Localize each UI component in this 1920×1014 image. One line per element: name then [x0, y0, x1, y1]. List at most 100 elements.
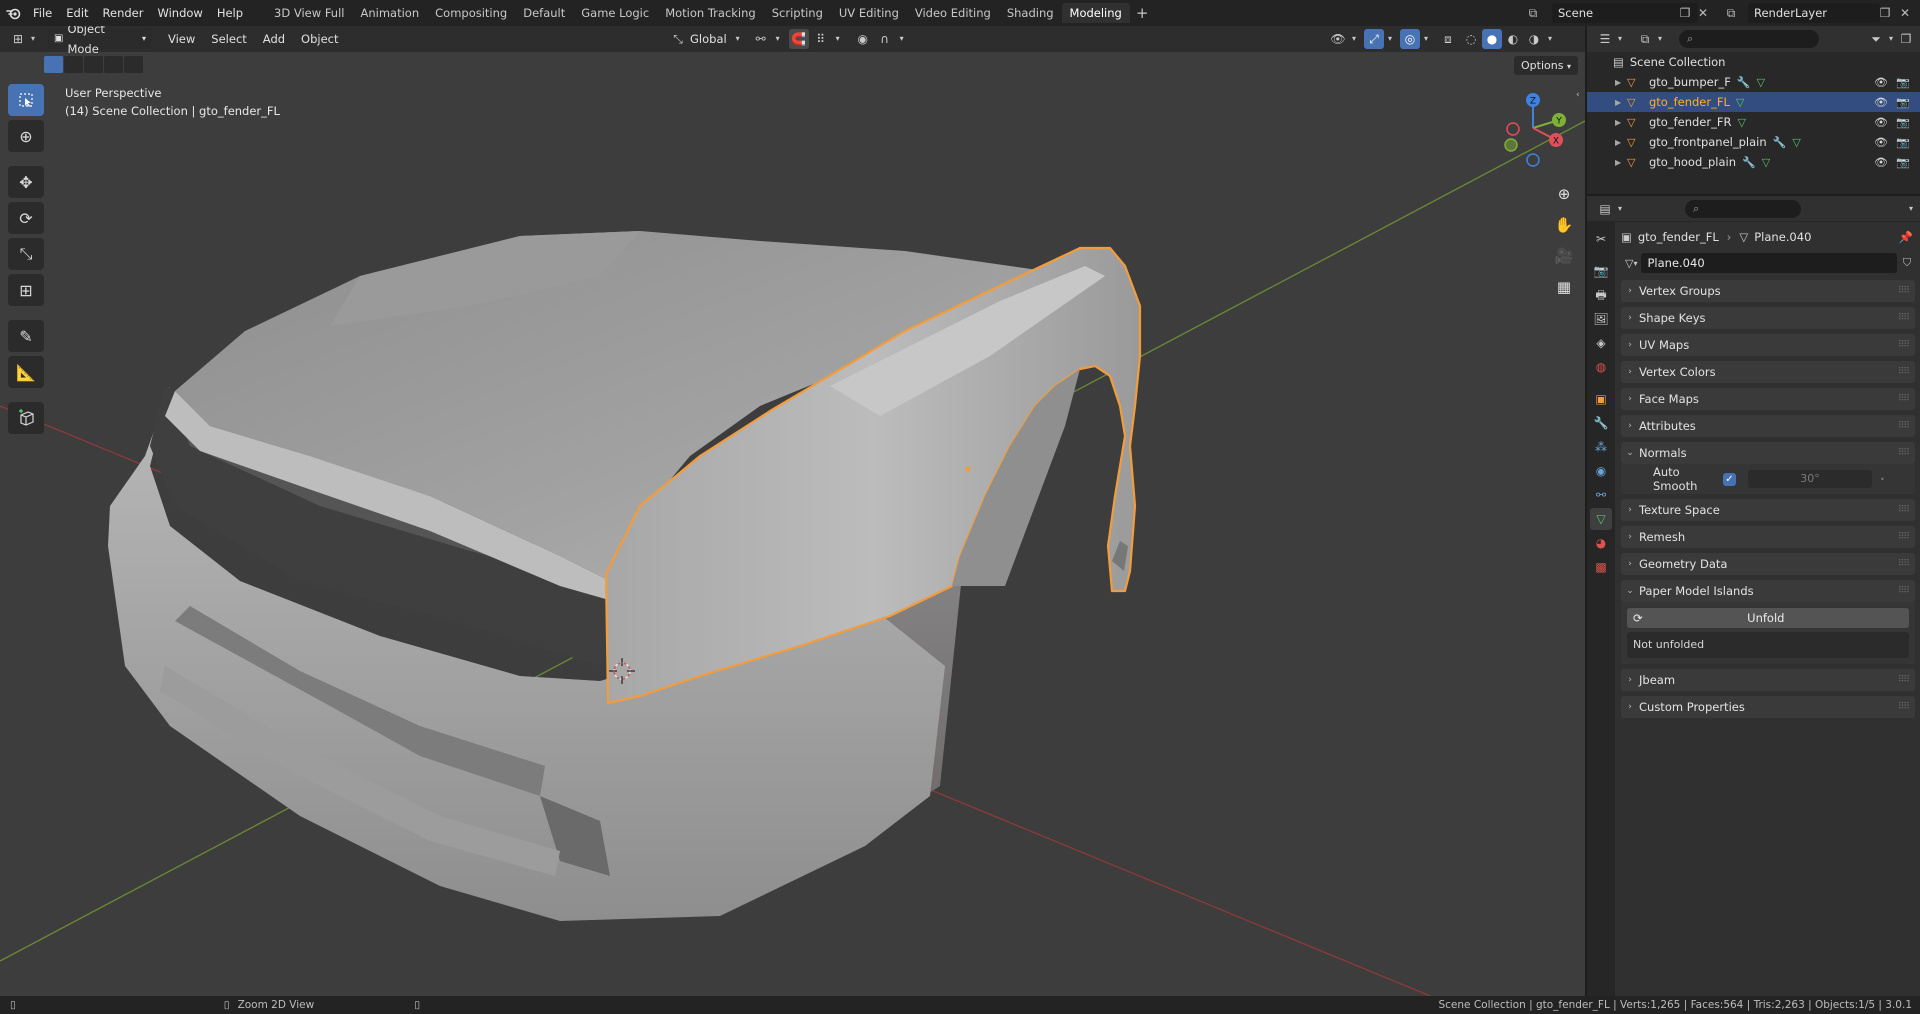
- drag-grip-icon[interactable]: ⠿⠿: [1898, 559, 1910, 569]
- pivot-point-icon[interactable]: ⚯: [751, 29, 771, 49]
- panel-vertex-colors[interactable]: › Vertex Colors ⠿⠿: [1621, 361, 1915, 383]
- chevron-down-icon[interactable]: ▾: [28, 29, 38, 49]
- blender-logo-icon[interactable]: [0, 0, 26, 26]
- tab-modeling[interactable]: Modeling: [1061, 3, 1130, 23]
- particle-properties-icon[interactable]: ⁂: [1590, 436, 1612, 458]
- outliner-item-gto-fender-fr[interactable]: ▶ ▽ gto_fender_FR ▽ 👁 📷: [1587, 112, 1920, 132]
- chevron-down-icon[interactable]: ▾: [773, 29, 783, 49]
- tab-uv-editing[interactable]: UV Editing: [831, 3, 907, 23]
- pin-icon[interactable]: 📌: [1899, 230, 1913, 244]
- view-layer-properties-icon[interactable]: 🖼: [1590, 308, 1612, 330]
- delete-view-layer-icon[interactable]: ✕: [1896, 4, 1914, 22]
- measure-tool[interactable]: 📐: [8, 356, 44, 388]
- panel-custom-properties[interactable]: › Custom Properties ⠿⠿: [1621, 696, 1915, 718]
- drag-grip-icon[interactable]: ⠿⠿: [1898, 586, 1910, 596]
- menu-select[interactable]: Select: [203, 32, 254, 46]
- mesh-data-icon[interactable]: ▽: [1736, 96, 1744, 109]
- texture-properties-icon[interactable]: ▩: [1590, 556, 1612, 578]
- mesh-data-icon[interactable]: ▽: [1737, 116, 1745, 129]
- tab-scripting[interactable]: Scripting: [764, 3, 831, 23]
- keyframe-dot-icon[interactable]: •: [1880, 475, 1885, 484]
- view-layer-selector[interactable]: RenderLayer: [1748, 3, 1880, 23]
- orientation-selector[interactable]: Global: [690, 32, 727, 46]
- tab-video-editing[interactable]: Video Editing: [907, 3, 999, 23]
- auto-smooth-checkbox[interactable]: ✓: [1723, 472, 1736, 486]
- rendered-shading-icon[interactable]: ◑: [1524, 29, 1544, 49]
- visibility-icon[interactable]: 👁: [1328, 29, 1348, 49]
- panel-paper-model-islands[interactable]: ⌄ Paper Model Islands ⠿⠿: [1621, 580, 1915, 602]
- delete-scene-icon[interactable]: ✕: [1694, 4, 1712, 22]
- panel-remesh[interactable]: › Remesh ⠿⠿: [1621, 526, 1915, 548]
- view-layer-browse-icon[interactable]: ⧉: [1722, 4, 1740, 22]
- snap-target-icon[interactable]: ⠿: [811, 29, 831, 49]
- material-shading-icon[interactable]: ◐: [1503, 29, 1523, 49]
- panel-vertex-groups[interactable]: › Vertex Groups ⠿⠿: [1621, 280, 1915, 302]
- overlay-toggle-icon[interactable]: ◎: [1400, 29, 1420, 49]
- menu-object[interactable]: Object: [293, 32, 346, 46]
- chevron-down-icon[interactable]: ▾: [1545, 29, 1555, 49]
- drag-grip-icon[interactable]: ⠿⠿: [1898, 340, 1910, 350]
- modifier-wrench-icon[interactable]: 🔧: [1773, 136, 1787, 149]
- panel-attributes[interactable]: › Attributes ⠿⠿: [1621, 415, 1915, 437]
- mesh-data-icon[interactable]: ▽: [1792, 136, 1800, 149]
- rotate-tool[interactable]: ⟳: [8, 202, 44, 234]
- drag-grip-icon[interactable]: ⠿⠿: [1898, 505, 1910, 515]
- editor-type-icon[interactable]: ⊞: [8, 29, 28, 49]
- select-invert-mode[interactable]: [104, 56, 123, 73]
- select-extend-mode[interactable]: [64, 56, 83, 73]
- mesh-name-field[interactable]: Plane.040: [1641, 253, 1897, 273]
- output-properties-icon[interactable]: 🖶: [1590, 284, 1612, 306]
- options-dropdown[interactable]: Options ▾: [1514, 56, 1578, 75]
- outliner-search-input[interactable]: ⌕: [1679, 30, 1819, 48]
- annotate-tool[interactable]: ✎: [8, 320, 44, 352]
- xray-toggle-icon[interactable]: ⧈: [1438, 29, 1458, 49]
- render-properties-icon[interactable]: 📷: [1590, 260, 1612, 282]
- chevron-down-icon[interactable]: ▾: [1615, 199, 1625, 219]
- outliner-item-gto-hood-plain[interactable]: ▶ ▽ gto_hood_plain 🔧 ▽ 👁 📷: [1587, 152, 1920, 172]
- scale-tool[interactable]: ⤡: [8, 238, 44, 270]
- navigation-gizmo[interactable]: Z Y X: [1493, 88, 1573, 168]
- drag-grip-icon[interactable]: ⠿⠿: [1898, 367, 1910, 377]
- render-camera-icon[interactable]: 📷: [1896, 96, 1910, 109]
- expand-icon[interactable]: ▶: [1615, 158, 1627, 167]
- tab-animation[interactable]: Animation: [352, 3, 427, 23]
- drag-grip-icon[interactable]: ⠿⠿: [1898, 675, 1910, 685]
- unfold-button[interactable]: ⟳ Unfold: [1627, 608, 1909, 628]
- outliner-item-gto-fender-fl[interactable]: ▶ ▽ gto_fender_FL ▽ 👁 📷: [1587, 92, 1920, 112]
- new-collection-icon[interactable]: ❐: [1896, 29, 1916, 49]
- visibility-eye-icon[interactable]: 👁: [1874, 116, 1888, 129]
- menu-view[interactable]: View: [160, 32, 203, 46]
- auto-smooth-angle-field[interactable]: 30°: [1748, 470, 1872, 488]
- menu-help[interactable]: Help: [210, 3, 250, 23]
- drag-grip-icon[interactable]: ⠿⠿: [1898, 313, 1910, 323]
- outliner-scene-collection[interactable]: ▤ Scene Collection: [1587, 52, 1920, 72]
- tool-settings-icon[interactable]: ✂: [1590, 228, 1612, 250]
- tab-default[interactable]: Default: [515, 3, 573, 23]
- 3d-viewport[interactable]: ⊞ ▾ ▣ Object Mode ▾ View Select Add Obje…: [0, 26, 1585, 996]
- pan-hand-icon[interactable]: ✋: [1550, 211, 1578, 239]
- drag-grip-icon[interactable]: ⠿⠿: [1898, 421, 1910, 431]
- chevron-down-icon[interactable]: ▾: [733, 29, 743, 49]
- mesh-data-icon[interactable]: ▽: [1762, 156, 1770, 169]
- chevron-down-icon[interactable]: ▾: [1906, 199, 1916, 219]
- properties-search-input[interactable]: ⌕: [1685, 199, 1801, 218]
- perspective-toggle-icon[interactable]: ▦: [1550, 273, 1578, 301]
- outliner-item-gto-frontpanel-plain[interactable]: ▶ ▽ gto_frontpanel_plain 🔧 ▽ 👁 📷: [1587, 132, 1920, 152]
- expand-icon[interactable]: ▶: [1615, 138, 1627, 147]
- object-properties-icon[interactable]: ▣: [1590, 388, 1612, 410]
- visibility-eye-icon[interactable]: 👁: [1874, 156, 1888, 169]
- expand-icon[interactable]: ▶: [1615, 118, 1627, 127]
- chevron-down-icon[interactable]: ▾: [833, 29, 843, 49]
- add-workspace-button[interactable]: +: [1130, 4, 1155, 22]
- select-intersect-mode[interactable]: [124, 56, 143, 73]
- mesh-data-icon[interactable]: ▽: [1757, 76, 1765, 89]
- add-cube-tool[interactable]: [8, 402, 44, 434]
- chevron-down-icon[interactable]: ▾: [897, 29, 907, 49]
- expand-icon[interactable]: ▶: [1615, 98, 1627, 107]
- filter-icon[interactable]: ⏷: [1866, 29, 1886, 49]
- mode-selector[interactable]: ▣ Object Mode ▾: [48, 26, 152, 56]
- camera-view-icon[interactable]: 🎥: [1550, 242, 1578, 270]
- chevron-down-icon[interactable]: ▾: [1349, 29, 1359, 49]
- modifier-properties-icon[interactable]: 🔧: [1590, 412, 1612, 434]
- panel-shape-keys[interactable]: › Shape Keys ⠿⠿: [1621, 307, 1915, 329]
